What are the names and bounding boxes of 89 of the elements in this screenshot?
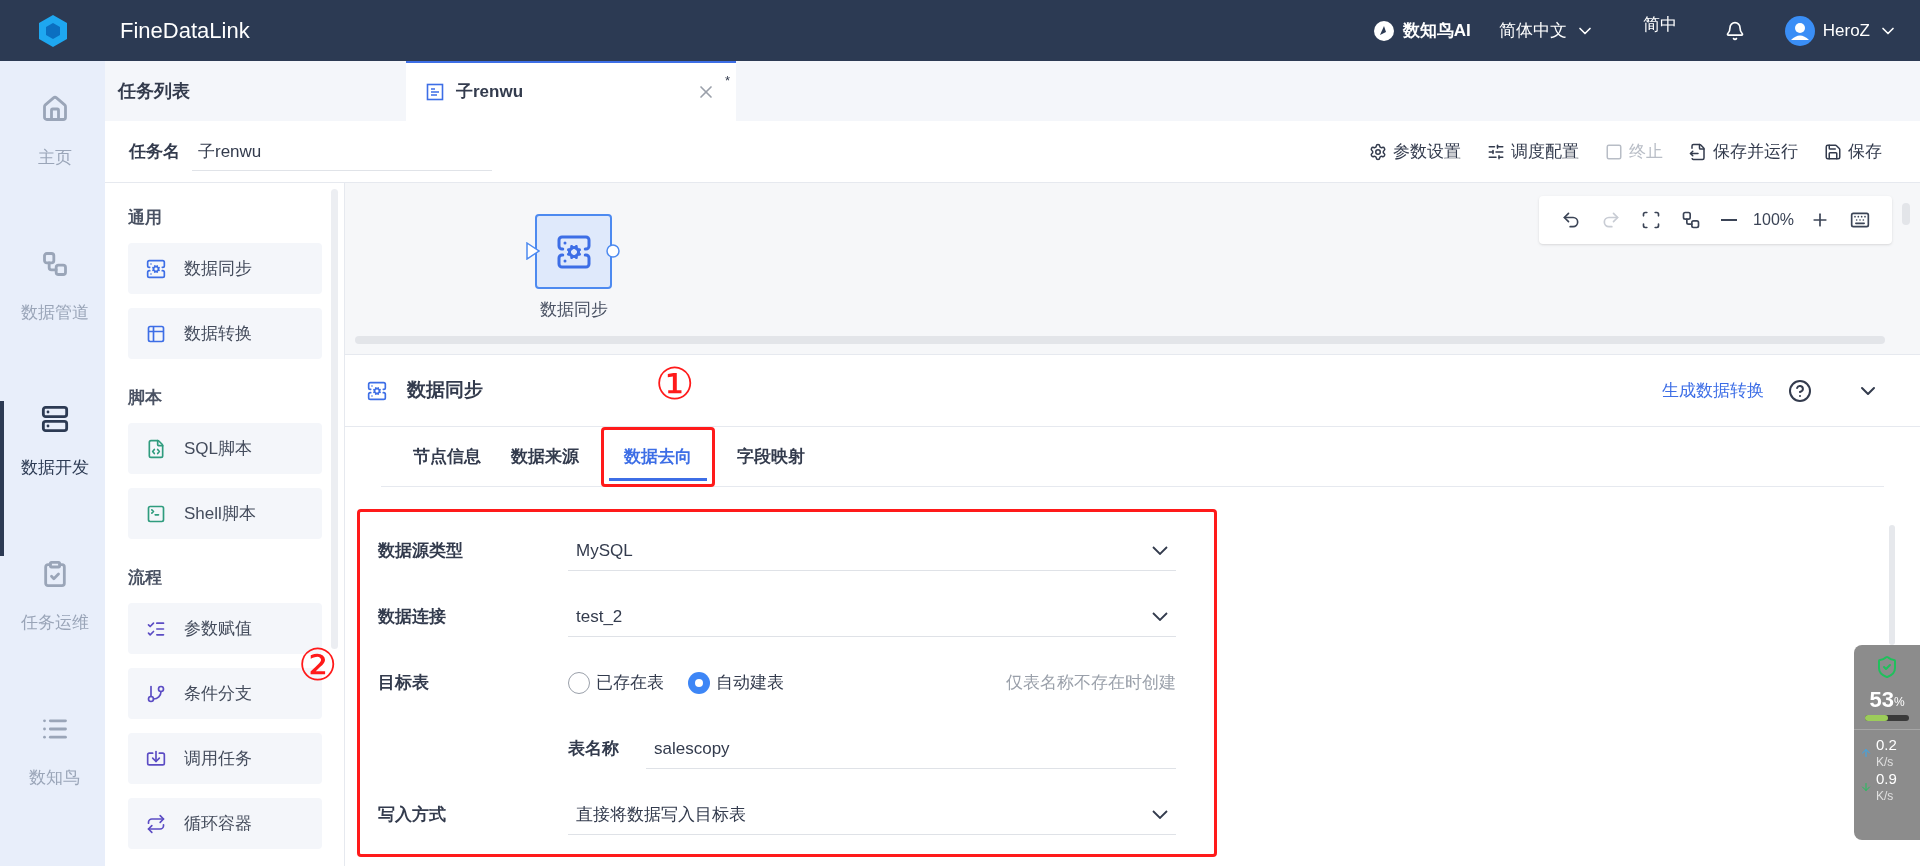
select-field[interactable]: test_2 [568, 597, 1176, 637]
field-label: 表名称 [568, 738, 620, 761]
ai-button[interactable]: 数知鸟AI [1372, 17, 1471, 44]
task-name-field[interactable]: 子renwu [192, 132, 492, 171]
memory-percent: 53 [1869, 689, 1894, 711]
code-file-icon [146, 438, 166, 459]
file-tab[interactable]: 子renwu * [406, 61, 736, 121]
branch-icon [146, 683, 166, 704]
memory-meter [1865, 715, 1909, 721]
task-file-icon [426, 83, 444, 101]
action-button[interactable]: 保存 [1824, 138, 1882, 165]
component-item[interactable]: 数据同步 [128, 243, 322, 294]
server-icon [555, 233, 592, 270]
percent-unit: % [1893, 695, 1905, 711]
component-item[interactable]: SQL脚本 [128, 423, 322, 474]
download-rate: 0.9 [1876, 769, 1897, 789]
radio-option[interactable]: 自动建表 [688, 670, 784, 696]
field-label: 数据连接 [378, 606, 447, 629]
import-icon [146, 748, 166, 769]
annotation-number: ① [655, 357, 694, 410]
dev-icon [40, 405, 69, 433]
fit-view-icon [1641, 210, 1662, 230]
component-item[interactable]: 数据转换 [128, 308, 322, 359]
download-icon [1860, 780, 1872, 793]
language-short[interactable]: 简中 [1642, 11, 1677, 38]
output-port-icon [606, 244, 620, 258]
panel-tab[interactable]: 字段映射 [729, 426, 813, 487]
pipeline-icon [40, 250, 69, 278]
help-icon[interactable] [1788, 378, 1812, 403]
bell-icon[interactable] [1724, 20, 1745, 41]
component-item[interactable]: 调用任务 [128, 733, 322, 784]
upload-rate: 0.2 [1876, 736, 1897, 755]
panel-tab[interactable]: 数据去向 [601, 426, 715, 487]
component-item[interactable]: Shell脚本 [128, 488, 322, 539]
shield-icon [1875, 655, 1899, 679]
chevron-down-icon [1152, 612, 1168, 621]
action-button[interactable]: 调度配置 [1487, 138, 1579, 165]
keyboard-icon [1850, 210, 1870, 230]
home-icon [40, 95, 69, 123]
section-heading: 流程 [128, 567, 163, 590]
section-heading: 脚本 [128, 387, 163, 410]
component-item[interactable]: 循环容器 [128, 798, 322, 849]
stop-icon [1605, 142, 1623, 161]
field-label: 数据源类型 [378, 540, 464, 563]
sync-node[interactable] [535, 214, 612, 289]
rate-unit: K/s [1876, 754, 1895, 770]
chevron-down-icon [1152, 810, 1168, 819]
server-icon [367, 380, 387, 401]
language-select[interactable]: 简体中文 [1498, 17, 1595, 44]
loop-icon [146, 813, 166, 834]
radio-option[interactable]: 已存在表 [568, 670, 664, 696]
action-button[interactable]: 保存并运行 [1689, 138, 1798, 165]
redo-icon [1601, 210, 1622, 230]
task-name-label: 任务名 [129, 140, 180, 163]
generate-transform-link[interactable]: 生成数据转换 [1662, 377, 1764, 404]
upload-icon [1860, 746, 1872, 759]
save-icon [1824, 142, 1842, 161]
field-label: 目标表 [378, 672, 430, 695]
layout-icon [1681, 210, 1702, 230]
input-port-icon [526, 242, 540, 260]
radio-button[interactable] [568, 672, 590, 694]
field-label: 写入方式 [378, 804, 447, 827]
select-field[interactable]: 直接将数据写入目标表 [568, 795, 1176, 835]
chevron-down-icon [1152, 546, 1168, 555]
avatar-icon [1784, 15, 1815, 46]
zoom-level: 100% [1753, 210, 1794, 230]
export-icon [1689, 142, 1707, 161]
modified-mark: * [724, 72, 730, 90]
nav-item[interactable]: 数据开发 [0, 401, 105, 556]
server-icon [146, 258, 166, 279]
task-list-title: 任务列表 [116, 79, 191, 103]
user-menu[interactable]: HeroZ [1784, 15, 1898, 46]
section-heading: 通用 [128, 207, 163, 230]
terminal-icon [146, 503, 166, 524]
product-name: FineDataLink [120, 17, 250, 45]
settings-icon [1369, 142, 1387, 161]
hint-text: 仅表名称不存在时创建 [1006, 672, 1176, 695]
panel-tab[interactable]: 数据来源 [503, 426, 587, 487]
select-field[interactable]: MySQL [568, 531, 1176, 571]
node-label: 数据同步 [539, 299, 608, 321]
scrollbar[interactable] [1889, 525, 1895, 645]
table-icon [146, 323, 166, 344]
table-name-field[interactable]: salescopy [646, 729, 1176, 769]
action-button[interactable]: 参数设置 [1369, 138, 1461, 165]
rate-unit: K/s [1876, 788, 1895, 804]
panel-tab[interactable]: 节点信息 [405, 426, 489, 487]
panel-title: 数据同步 [407, 378, 483, 403]
sliders-icon [1487, 142, 1505, 161]
radio-button[interactable] [688, 672, 710, 694]
